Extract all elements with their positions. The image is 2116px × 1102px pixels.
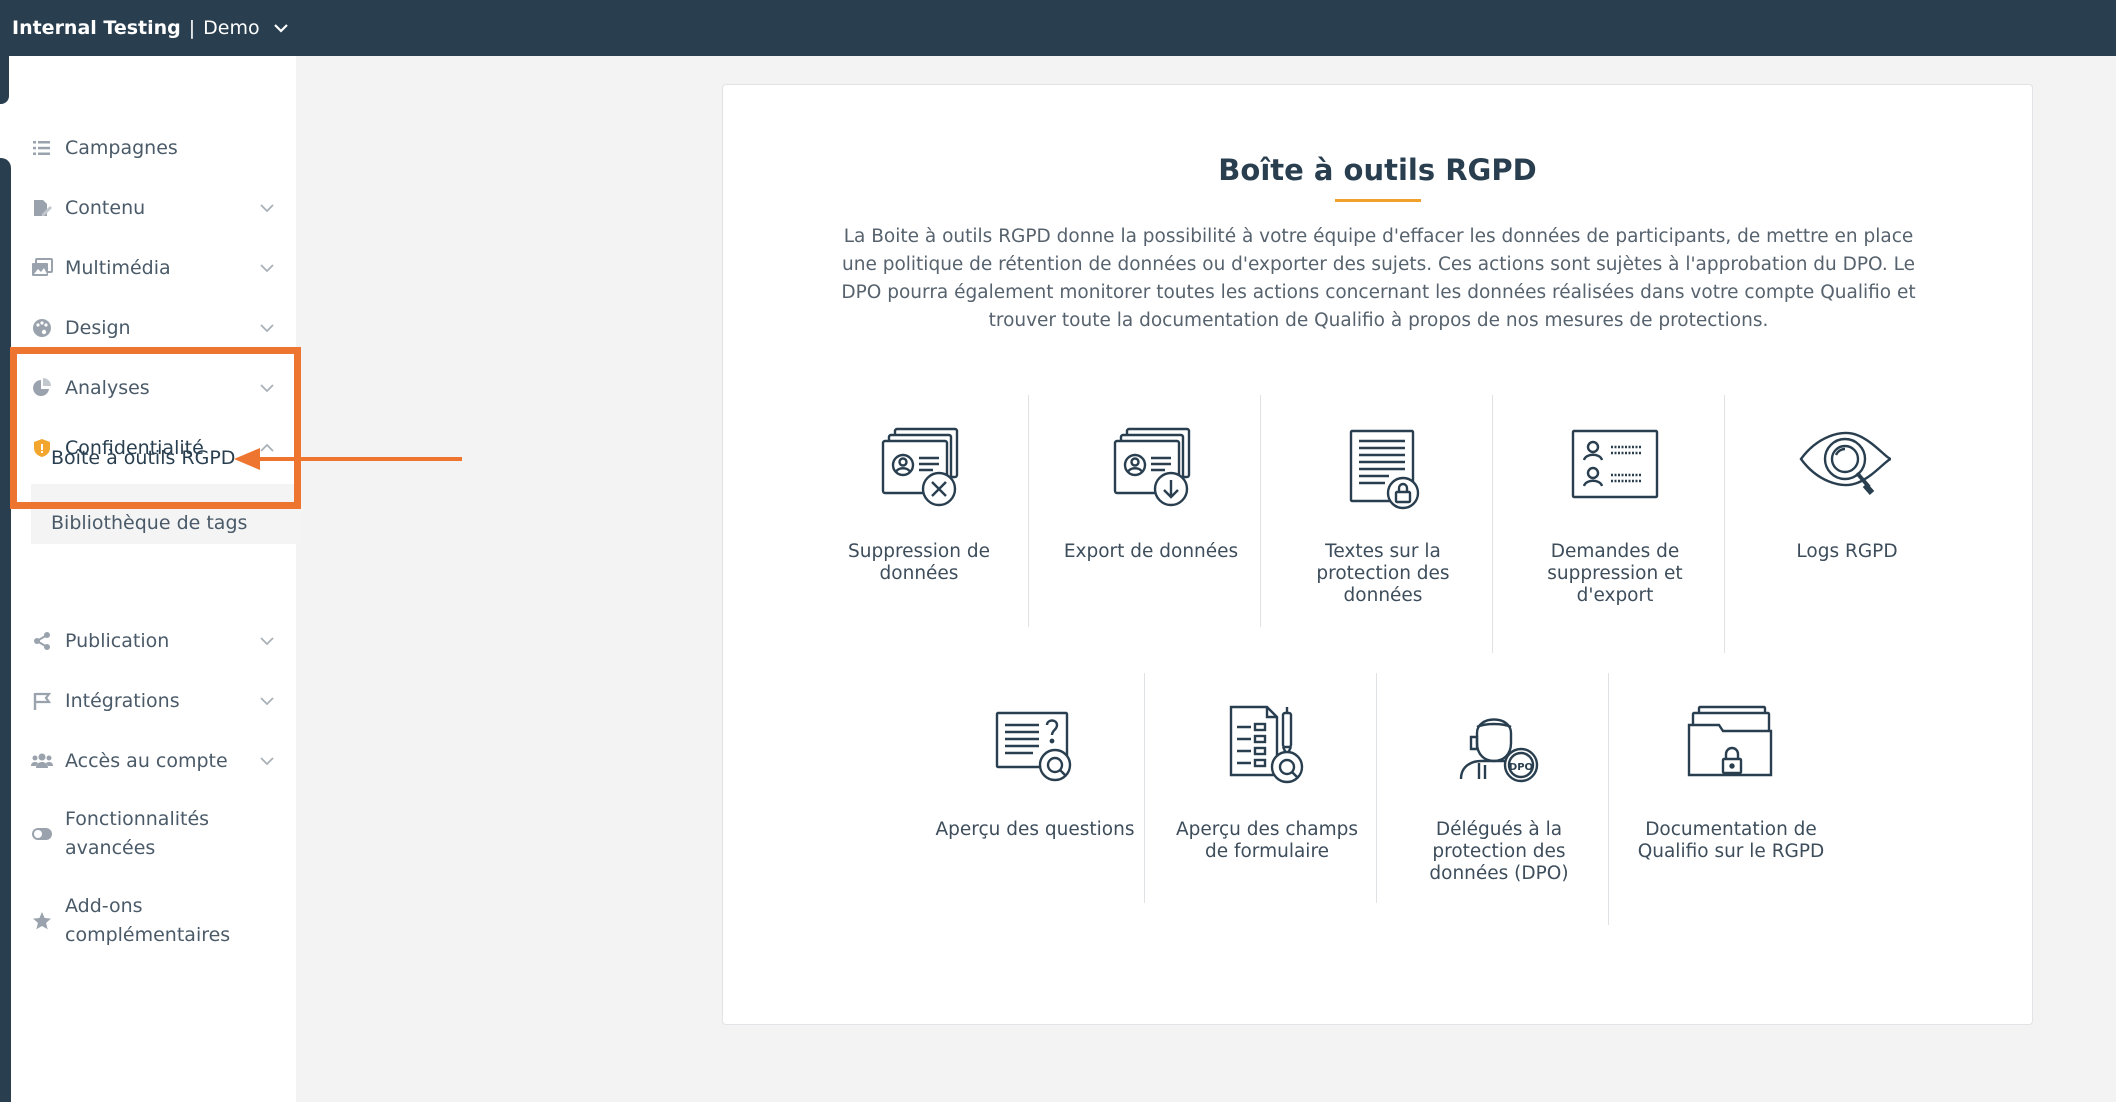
annotation-arrow-icon [234,448,462,470]
tool-label: Aperçu des champs [1175,819,1359,840]
sidebar-item-label-line2: avancées [65,837,156,859]
tool-label: Qualifio sur le RGPD [1637,841,1825,862]
chevron-down-icon[interactable] [258,259,276,277]
sidebar-item-label-line1: Fonctionnalités [65,808,210,830]
tool-label: Logs RGPD [1796,541,1898,562]
org-separator: | [188,17,196,39]
images-icon [31,257,53,279]
rgpd-toolbox-card: Boîte à outils RGPD La Boite à outils RG… [722,84,2033,1025]
document-edit-icon [31,197,53,219]
sidebar-item-label: Campagnes [65,136,178,159]
chevron-down-icon[interactable] [272,19,290,37]
tool-label: suppression et [1547,563,1683,584]
tool-label: données [879,563,959,584]
palette-icon [31,317,53,339]
sidebar-item-contenu[interactable]: Contenu [11,193,296,223]
tool-apercu-questions[interactable]: Aperçu des questions [920,703,1150,903]
delete-data-icon [881,427,959,507]
sidebar-item-integrations[interactable]: Intégrations [11,686,296,716]
sidebar-sub-item-tag-library[interactable]: Bibliothèque de tags [51,503,247,543]
sidebar-item-label: Intégrations [65,689,180,712]
tool-textes-protection[interactable]: Textes sur la protection des données [1268,425,1498,625]
tool-delegues-dpo[interactable]: DPO Délégués à la protection des données… [1384,703,1614,903]
tool-label: Export de données [1063,541,1239,562]
sidebar-item-label: Publication [65,629,170,652]
top-bar: Internal Testing | Demo [0,0,2116,56]
chevron-down-icon[interactable] [258,319,276,337]
chevron-down-icon[interactable] [258,752,276,770]
left-edge [0,56,11,1102]
tool-label: Documentation de [1645,819,1817,840]
sidebar-item-label: Accès au compte [65,749,228,772]
sidebar-item-label-line1: Add-ons [65,895,143,917]
chevron-down-icon[interactable] [258,692,276,710]
page-title: Boîte à outils RGPD [1218,153,1537,187]
environment-name[interactable]: Demo [203,17,259,39]
sidebar-item-acces-compte[interactable]: Accès au compte [11,746,296,776]
tool-label: Suppression de [847,541,990,562]
sidebar-item-label-line2: complémentaires [65,924,231,946]
title-underline [1335,199,1421,202]
sidebar-item-design[interactable]: Design [11,313,296,343]
tool-logs-rgpd[interactable]: Logs RGPD [1732,425,1962,625]
sidebar: Campagnes Contenu Multimédia Design Anal… [11,56,303,1102]
tool-export-donnees[interactable]: Export de données [1036,425,1266,625]
tool-label: Demandes de [1550,541,1680,562]
tool-demandes-suppression-export[interactable]: Demandes de suppression et d'export [1500,425,1730,625]
tool-suppression-donnees[interactable]: Suppression de données [804,425,1034,625]
sidebar-item-campagnes[interactable]: Campagnes [11,133,296,163]
org-name[interactable]: Internal Testing [12,17,181,39]
chevron-down-icon[interactable] [258,632,276,650]
sidebar-item-add-ons[interactable]: Add-ons complémentaires [11,892,296,950]
locked-folder-icon [1687,705,1773,777]
left-edge-top [0,56,9,104]
eye-magnifier-icon [1799,431,1892,495]
tool-label: Textes sur la [1325,541,1441,562]
share-icon [31,630,53,652]
tool-label: d'export [1576,585,1654,606]
tool-label: de formulaire [1204,841,1330,862]
questions-preview-icon [995,711,1072,782]
users-icon [31,750,53,772]
dpo-badge-text: DPO [1509,762,1533,773]
form-fields-preview-icon [1229,705,1304,784]
tool-label: protection des [1432,841,1566,862]
policy-document-lock-icon [1349,429,1420,510]
flag-icon [31,690,53,712]
tool-apercu-champs-formulaire[interactable]: Aperçu des champs de formulaire [1152,703,1382,903]
left-edge-bottom [0,158,11,1102]
tool-label: données (DPO) [1429,863,1569,884]
chevron-down-icon[interactable] [258,199,276,217]
requests-list-icon [1571,429,1659,499]
sidebar-item-fonctionnalites-avancees[interactable]: Fonctionnalités avancées [11,805,296,863]
sidebar-item-label: Multimédia [65,256,171,279]
export-data-icon [1113,427,1191,507]
star-icon [31,910,53,932]
toggle-icon [31,823,53,845]
sidebar-item-publication[interactable]: Publication [11,626,296,656]
annotation-highlight-box [10,347,301,509]
list-icon [31,137,53,159]
sidebar-item-label: Design [65,316,131,339]
sidebar-item-multimedia[interactable]: Multimédia [11,253,296,283]
tool-label: Aperçu des questions [935,819,1135,840]
tool-label: données [1343,585,1423,606]
dpo-person-icon: DPO [1459,718,1539,783]
page-description: La Boite à outils RGPD donne la possibil… [841,226,1916,331]
sidebar-item-label: Contenu [65,196,146,219]
tool-label: protection des [1316,563,1450,584]
tool-documentation-rgpd[interactable]: Documentation de Qualifio sur le RGPD [1616,703,1846,903]
tool-label: Délégués à la [1435,819,1563,840]
